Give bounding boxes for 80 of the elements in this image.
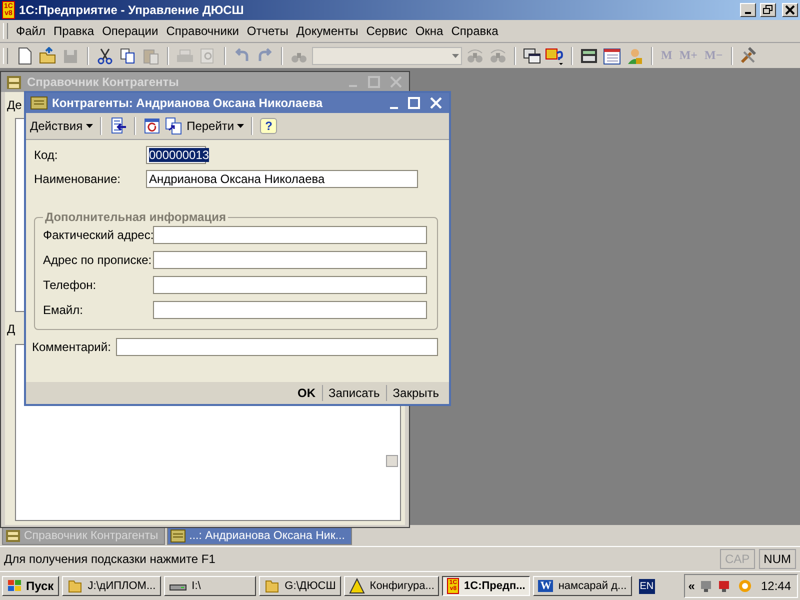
list-arrow-icon[interactable] bbox=[108, 117, 127, 135]
refresh-icon[interactable] bbox=[142, 117, 161, 135]
input-field[interactable] bbox=[153, 301, 427, 319]
clock: 12:44 bbox=[760, 579, 791, 593]
dialog-button[interactable]: Закрыть bbox=[386, 386, 445, 400]
comment-field[interactable] bbox=[116, 338, 438, 356]
caret-icon bbox=[452, 54, 458, 58]
input-field[interactable] bbox=[153, 251, 427, 269]
menu-item[interactable]: Отчеты bbox=[242, 24, 292, 38]
restore-button[interactable] bbox=[760, 3, 776, 17]
start-button[interactable]: Пуск bbox=[2, 576, 59, 596]
field-value: 000000013 bbox=[149, 148, 210, 162]
caret-icon bbox=[86, 124, 93, 128]
menu-item[interactable]: Де bbox=[7, 98, 22, 112]
menu-item[interactable]: Правка bbox=[50, 24, 98, 38]
form-icon bbox=[170, 528, 186, 542]
triangle-icon bbox=[348, 578, 365, 594]
close-icon bbox=[430, 97, 442, 109]
copy-icon[interactable] bbox=[164, 117, 183, 135]
menu-item[interactable]: Файл bbox=[12, 24, 50, 38]
dialog-button[interactable]: OK bbox=[292, 386, 322, 400]
minimize-icon bbox=[745, 12, 751, 14]
input-field[interactable] bbox=[153, 276, 427, 294]
taskbar-button[interactable]: Конфигура... bbox=[344, 576, 440, 596]
taskbar-button[interactable]: G:\ДЮСШ bbox=[258, 576, 341, 596]
tray-expand-button[interactable]: « bbox=[688, 579, 695, 593]
menu-button[interactable]: Действия bbox=[30, 119, 93, 133]
close-icon bbox=[785, 5, 795, 15]
help-button[interactable]: ? bbox=[260, 118, 278, 134]
input-field[interactable] bbox=[153, 226, 427, 244]
hammer-icon[interactable] bbox=[738, 46, 759, 64]
folder-icon bbox=[66, 578, 83, 594]
help-icon[interactable] bbox=[545, 46, 565, 64]
field-label: Емайл: bbox=[43, 303, 84, 317]
field-label: Адрес по прописке: bbox=[43, 253, 153, 267]
window-title: 1С:Предприятие - Управление ДЮСШ bbox=[18, 3, 244, 17]
word-logo: W bbox=[538, 580, 554, 592]
folder-icon[interactable] bbox=[38, 46, 58, 64]
taskbar-button[interactable]: J:\дИПЛОМ... bbox=[62, 576, 161, 596]
field-label: Телефон: bbox=[43, 278, 98, 292]
folder-icon bbox=[264, 578, 280, 594]
section-label: Д bbox=[7, 322, 16, 336]
cabinet-icon bbox=[5, 528, 21, 542]
calculator-icon[interactable] bbox=[579, 46, 599, 64]
form-icon bbox=[30, 96, 48, 110]
maximize-icon bbox=[408, 97, 420, 109]
field-label: Код: bbox=[34, 148, 59, 162]
cabinet-icon bbox=[5, 74, 23, 90]
scissors-icon[interactable] bbox=[95, 46, 115, 64]
field-label: Наименование: bbox=[34, 172, 122, 186]
menu-item[interactable]: Операции bbox=[98, 24, 162, 38]
menu-item[interactable]: Документы bbox=[292, 24, 362, 38]
name-field[interactable]: Андрианова Оксана Николаева bbox=[146, 170, 418, 188]
status-hint: Для получения подсказки нажмите F1 bbox=[4, 552, 216, 566]
field-label: Фактический адрес: bbox=[43, 228, 153, 242]
minimize-button[interactable] bbox=[740, 3, 756, 17]
code-field[interactable]: 000000013 bbox=[146, 146, 206, 164]
restore-icon bbox=[763, 5, 773, 15]
menu-item[interactable]: Сервис bbox=[362, 24, 412, 38]
menu-button[interactable]: Перейти bbox=[186, 119, 244, 133]
menu-item[interactable]: Справка bbox=[447, 24, 502, 38]
window-title: Справочник Контрагенты bbox=[27, 75, 179, 89]
dialog-title: Контрагенты: Андрианова Оксана Николаева bbox=[52, 96, 323, 110]
field-label: Комментарий: bbox=[32, 340, 111, 354]
maximize-button[interactable] bbox=[405, 97, 423, 109]
close-button[interactable] bbox=[782, 3, 798, 17]
menu-item[interactable]: Окна bbox=[411, 24, 448, 38]
menu-item[interactable]: Справочники bbox=[162, 24, 243, 38]
caret-icon bbox=[237, 124, 244, 128]
scrollbar-thumb[interactable] bbox=[386, 455, 398, 467]
windows-icon[interactable] bbox=[522, 46, 542, 64]
calendar-icon[interactable] bbox=[602, 46, 622, 64]
minimize-icon bbox=[390, 107, 398, 109]
taskbar-button[interactable]: W намсарай д... bbox=[533, 576, 632, 596]
key-indicator: NUM bbox=[758, 549, 796, 569]
dialog-button[interactable]: Записать bbox=[322, 386, 386, 400]
taskbar-button[interactable]: I:\ bbox=[164, 576, 256, 596]
language-indicator[interactable]: EN bbox=[638, 578, 655, 594]
windows-logo-icon bbox=[7, 579, 23, 593]
group-title: Дополнительная информация bbox=[44, 210, 227, 224]
